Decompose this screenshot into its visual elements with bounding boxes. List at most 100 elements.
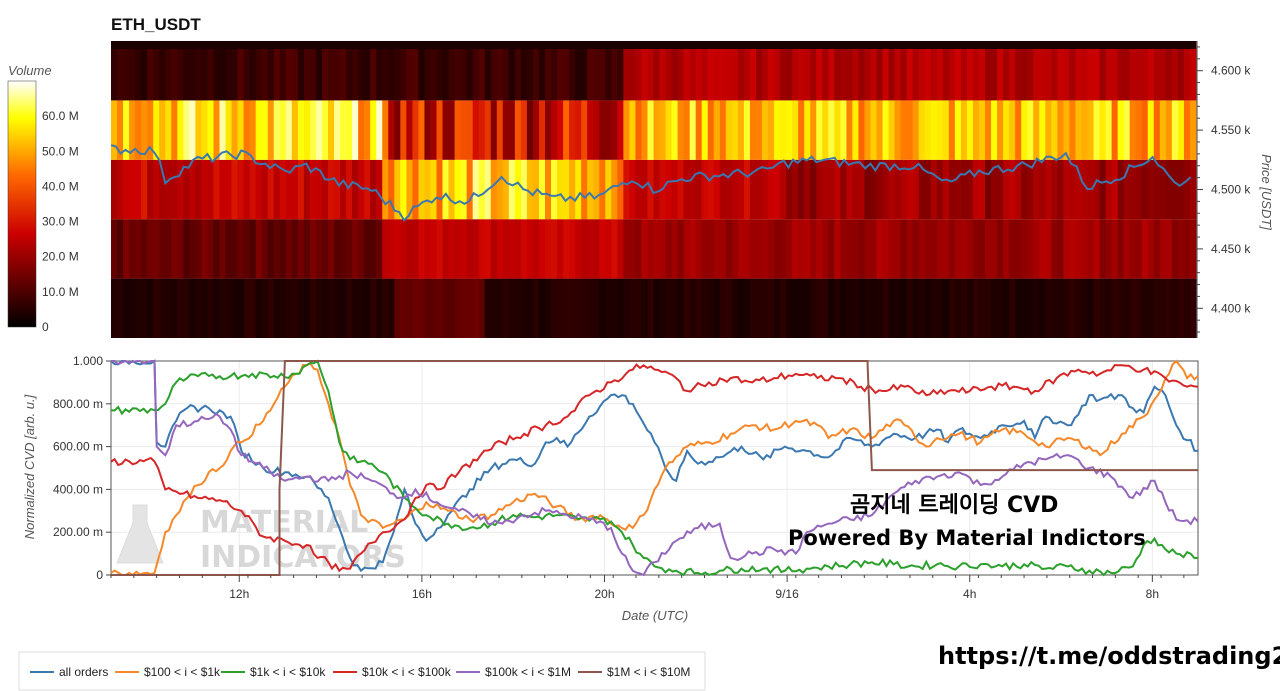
heatmap-cell [273, 219, 281, 279]
heatmap-cell [1105, 159, 1113, 220]
heatmap-cell [1027, 219, 1034, 279]
heatmap-cell [297, 159, 305, 220]
heatmap-cell [141, 278, 148, 338]
heatmap-cell [460, 41, 468, 101]
heatmap-cell [364, 219, 371, 279]
heatmap-cell [575, 41, 582, 101]
heatmap-cell [743, 41, 751, 101]
heatmap-cell [635, 100, 642, 160]
heatmap-cell [400, 278, 407, 338]
heatmap-cell [810, 100, 817, 160]
heatmap-cell [526, 41, 534, 101]
heatmap-cell [279, 219, 287, 279]
heatmap-cell [1099, 100, 1106, 160]
heatmap-cell [231, 278, 238, 338]
heatmap-cell [629, 100, 636, 160]
heatmap-cell [532, 219, 540, 279]
heatmap-cell [466, 159, 474, 220]
heatmap-cell [430, 41, 437, 101]
heatmap-cell [701, 41, 709, 101]
heatmap-cell [707, 159, 715, 220]
heatmap-cell [340, 41, 347, 101]
heatmap-cell [1171, 219, 1179, 279]
heatmap-cell [201, 41, 208, 101]
heatmap-cell [948, 41, 956, 101]
heatmap-cell [1057, 100, 1064, 160]
heatmap-cell [346, 100, 353, 160]
heatmap-cell [581, 219, 588, 279]
heatmap-cell [985, 278, 992, 338]
heatmap-cell [737, 41, 745, 101]
heatmap-cell [876, 100, 883, 160]
heatmap-cell [581, 100, 588, 160]
heatmap-cell [484, 219, 492, 279]
heatmap-cell [834, 159, 841, 220]
heatmap-cell [725, 159, 733, 220]
heatmap-cell [1135, 41, 1143, 101]
heatmap-cell [834, 278, 841, 338]
heatmap-cell [309, 219, 317, 279]
heatmap-cell [858, 219, 865, 279]
heatmap-cell [960, 219, 968, 279]
heatmap-cell [418, 278, 425, 338]
heatmap-cell [1039, 159, 1046, 220]
heatmap-cell [291, 219, 299, 279]
heatmap-cell [352, 219, 359, 279]
heatmap-cell [1177, 100, 1185, 160]
heatmap-cell [828, 100, 835, 160]
heatmap-cell [954, 278, 962, 338]
heatmap-cell [1165, 41, 1173, 101]
heatmap-cell [1021, 219, 1028, 279]
heatmap-cell [1117, 41, 1125, 101]
heatmap-cell [303, 278, 311, 338]
heatmap-cell [1045, 100, 1052, 160]
heatmap-cell [1051, 219, 1058, 279]
heatmap-cell [780, 278, 787, 338]
heatmap-cell [321, 100, 329, 160]
heatmap-cell [629, 41, 636, 101]
heatmap-cell [153, 41, 160, 101]
heatmap-cell [599, 100, 606, 160]
heatmap-cell [1165, 100, 1173, 160]
heatmap-cell [1093, 278, 1100, 338]
right-axis-tick-label: 4.600 k [1211, 64, 1251, 78]
heatmap-cell [689, 278, 697, 338]
heatmap-cell [358, 100, 365, 160]
heatmap-cell [719, 100, 727, 160]
heatmap-cell [677, 100, 685, 160]
heatmap-cell [141, 219, 148, 279]
heatmap-cell [297, 278, 305, 338]
telegram-url[interactable]: https://t.me/oddstrading2 [938, 642, 1280, 670]
heatmap-cell [1087, 100, 1094, 160]
heatmap-cell [183, 219, 190, 279]
heatmap-cell [490, 159, 498, 220]
heatmap-cell [285, 41, 293, 101]
heatmap-cell [189, 159, 196, 220]
heatmap-cell [991, 278, 998, 338]
heatmap-cell [436, 219, 443, 279]
heatmap-cell [321, 41, 329, 101]
heatmap-cell [315, 100, 323, 160]
heatmap-cell [189, 278, 196, 338]
heatmap-cell [472, 100, 480, 160]
heatmap-cell [1051, 278, 1058, 338]
heatmap-cell [936, 41, 944, 101]
heatmap-cell [948, 219, 956, 279]
heatmap-cell [665, 100, 672, 160]
heatmap-cell [749, 41, 757, 101]
heatmap-cell [894, 100, 902, 160]
heatmap-cell [641, 219, 648, 279]
heatmap-cell [249, 219, 257, 279]
heatmap-cell [388, 278, 395, 338]
heatmap-cell [364, 100, 371, 160]
legend-entry: $100 < i < $1k [144, 665, 221, 679]
heatmap-cell [846, 219, 853, 279]
colorbar-label: Volume [8, 63, 52, 78]
colorbar-tick-label: 10.0 M [42, 285, 79, 299]
heatmap-cell [1033, 278, 1040, 338]
chart-title: ETH_USDT [111, 15, 201, 34]
heatmap-cell [388, 219, 395, 279]
heatmap-cell [804, 159, 811, 220]
heatmap-cell [828, 278, 835, 338]
heatmap-cell [261, 159, 269, 220]
